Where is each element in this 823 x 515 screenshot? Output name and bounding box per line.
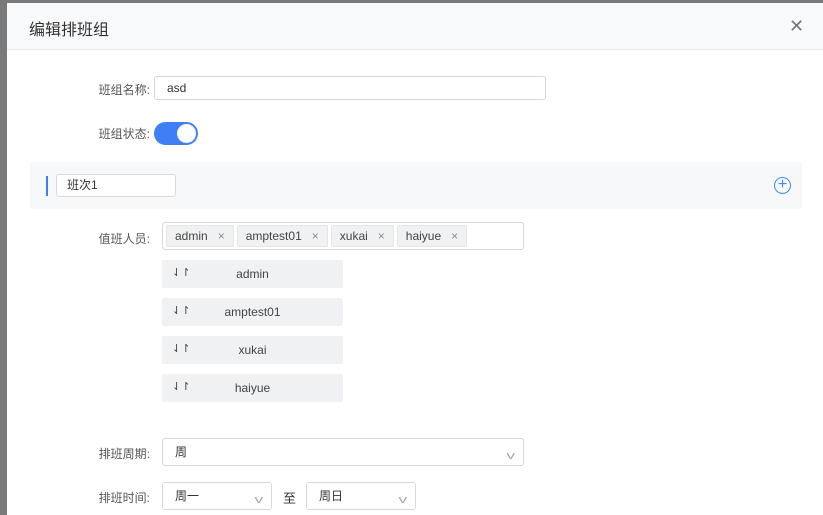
toggle-knob bbox=[177, 124, 196, 143]
staff-label: 值班人员: bbox=[98, 232, 150, 246]
staff-tag: xukai × bbox=[330, 225, 394, 247]
modal-title: 编辑排班组 bbox=[29, 22, 110, 39]
staff-order-item[interactable]: ⇃↾ xukai bbox=[162, 336, 343, 364]
close-icon[interactable]: × bbox=[312, 226, 319, 246]
cycle-label: 排班周期: bbox=[98, 447, 150, 461]
time-from-select[interactable]: 周一 v bbox=[162, 482, 272, 510]
staff-order-item[interactable]: ⇃↾ admin bbox=[162, 260, 343, 288]
status-label: 班组状态: bbox=[98, 127, 150, 141]
name-input[interactable]: asd bbox=[154, 76, 546, 100]
chevron-down-icon: v bbox=[253, 494, 263, 506]
staff-select[interactable]: admin × amptest01 × xukai × haiyue × bbox=[162, 222, 524, 250]
staff-order-item[interactable]: ⇃↾ haiyue bbox=[162, 374, 343, 402]
edit-shift-group-modal: 编辑排班组 ✕ 班组名称: asd 班组状态: 班次1 + 值班人员: admi… bbox=[7, 3, 823, 515]
modal-header: 编辑排班组 ✕ bbox=[7, 3, 823, 50]
status-toggle[interactable] bbox=[154, 122, 198, 145]
staff-tag: admin × bbox=[166, 225, 234, 247]
shift-section: 班次1 + bbox=[30, 162, 802, 209]
chevron-down-icon: v bbox=[397, 494, 407, 506]
shift-name-input[interactable]: 班次1 bbox=[56, 174, 176, 197]
time-label: 排班时间: bbox=[98, 491, 150, 505]
close-icon[interactable]: × bbox=[378, 226, 385, 246]
plus-circle-icon[interactable]: + bbox=[774, 177, 791, 194]
close-icon[interactable]: ✕ bbox=[789, 17, 804, 35]
staff-tag: amptest01 × bbox=[236, 225, 328, 247]
close-icon[interactable]: × bbox=[218, 226, 225, 246]
close-icon[interactable]: × bbox=[451, 226, 458, 246]
name-label: 班组名称: bbox=[98, 83, 150, 97]
cycle-select[interactable]: 周v bbox=[162, 438, 524, 466]
accent-bar bbox=[46, 176, 48, 196]
time-separator: 至 bbox=[283, 491, 297, 506]
chevron-down-icon: v bbox=[505, 450, 515, 462]
staff-order-item[interactable]: ⇃↾ amptest01 bbox=[162, 298, 343, 326]
time-to-select[interactable]: 周日 v bbox=[306, 482, 416, 510]
staff-tag: haiyue × bbox=[396, 225, 468, 247]
